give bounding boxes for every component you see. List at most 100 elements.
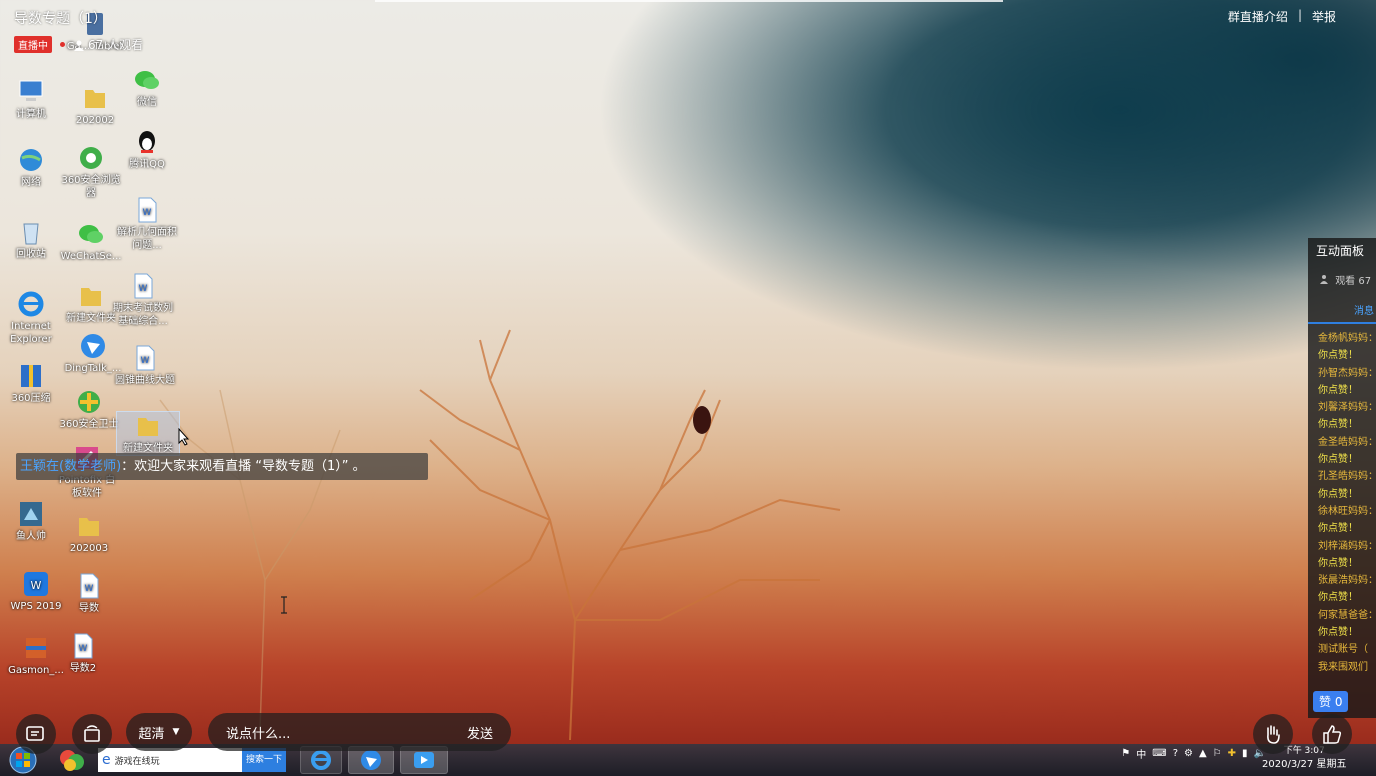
panel-viewer-text: 观看 67 <box>1335 276 1372 287</box>
list-item: 我来围观们 <box>1318 661 1368 673</box>
quality-label: 超清 <box>138 726 165 742</box>
folder-icon <box>79 518 99 536</box>
list-icon <box>26 726 44 741</box>
list-item: 张晨浩妈妈： 你点赞！ <box>1318 575 1376 604</box>
qq-penguin-icon <box>139 131 155 153</box>
svg-text:W: W <box>85 584 94 594</box>
recycle-bin-icon <box>23 223 39 245</box>
tray-expand-icon[interactable]: ▲ <box>1199 748 1207 759</box>
rotate-button[interactable] <box>72 714 112 754</box>
desktop-icon-network[interactable]: 网络 <box>0 146 62 189</box>
keyboard-icon[interactable]: ⌨ <box>1152 748 1166 759</box>
desktop-icon-doc-geometry[interactable]: W 解析几何面积问题... <box>116 196 178 252</box>
desktop-icon-label: 计算机 <box>16 109 46 120</box>
welcome-message: 王颖在(数学老师)：欢迎大家来观看直播 “导数专题（1）” 。 <box>16 453 428 480</box>
ime-indicator[interactable]: 中 <box>1136 746 1146 761</box>
desktop-icon-label: 微信 <box>137 97 157 108</box>
desktop-icon-label: 360安全卫士 <box>59 419 119 430</box>
desktop-icon-label: 202003 <box>69 543 109 554</box>
desktop-icon-ie[interactable]: Internet Explorer <box>0 290 62 346</box>
playlist-button[interactable] <box>16 714 56 754</box>
like-button[interactable] <box>1312 714 1352 754</box>
desktop-icon-label: DingTalk_... <box>64 363 122 374</box>
desktop-icon-doc-conic[interactable]: W 圆锥曲线大题 <box>114 344 176 387</box>
desktop-icon-360browser[interactable]: 360安全浏览器 <box>60 144 122 200</box>
rotate-icon <box>84 725 100 742</box>
globe-icon <box>20 149 42 171</box>
desktop-icon-label: 期末考试数列基础综合... <box>113 303 173 327</box>
dingtalk-icon <box>81 334 105 358</box>
folder-icon <box>81 288 101 306</box>
shield-icon <box>78 391 100 413</box>
caret-down-icon: ▼ <box>172 727 180 737</box>
desktop-icon-label: 360安全浏览器 <box>61 175 121 199</box>
ie-icon: e <box>102 752 111 768</box>
browser-360-icon <box>80 147 102 169</box>
top-links: 群直播介绍 | 举报 <box>1228 8 1336 25</box>
clock-date: 2020/3/27 星期五 <box>1262 759 1347 770</box>
word-doc-icon: W <box>74 633 93 659</box>
wechat-icon <box>135 71 159 89</box>
desktop-icon-202003[interactable]: 202003 <box>58 512 120 555</box>
network-icon[interactable]: ▮ <box>1242 748 1248 759</box>
search-button[interactable]: 搜索一下 <box>241 748 286 772</box>
word-doc-icon: W <box>134 273 153 299</box>
list-item: 金杨帆妈妈： 你点赞！ <box>1318 333 1376 362</box>
message-list: 金杨帆妈妈： 你点赞！ 孙智杰妈妈： 你点赞！ 刘馨泽妈妈： 你点赞！ 金圣皓妈妈：你… <box>1308 324 1376 676</box>
list-item: 孙智杰妈妈： 你点赞！ <box>1318 367 1376 396</box>
desktop-icon-label: 网络 <box>21 177 41 188</box>
desktop-icon-doc-final[interactable]: W 期末考试数列基础综合... <box>112 272 174 328</box>
action-center-icon[interactable]: ⚐ <box>1213 748 1222 759</box>
mouse-pointer-icon <box>178 428 190 446</box>
archive-icon <box>21 365 41 387</box>
link-separator: | <box>1297 8 1302 22</box>
hand-icon <box>1267 725 1280 744</box>
flag-icon[interactable]: ⚑ <box>1121 748 1130 759</box>
desktop-icon-recycle-bin[interactable]: 回收站 <box>0 218 62 261</box>
desktop-icon-label: 圆锥曲线大题 <box>115 375 175 386</box>
computer-icon <box>19 80 43 101</box>
group-live-intro-link[interactable]: 群直播介绍 <box>1228 8 1288 25</box>
top-progress-line <box>375 0 1003 2</box>
help-icon[interactable]: ? <box>1173 748 1178 759</box>
desktop-icon-label: 回收站 <box>16 249 46 260</box>
desktop-icon-yurenshuai[interactable]: 鱼人帅 <box>0 500 62 543</box>
desktop-icon-360zip[interactable]: 360压缩 <box>0 362 62 405</box>
desktop-icon-daoshu[interactable]: W 导数 <box>58 572 120 615</box>
tab-messages[interactable]: 消息 <box>1308 296 1376 324</box>
live-tv-icon <box>414 752 434 768</box>
svg-text:W: W <box>31 579 42 592</box>
desktop-icon-wechatsetup[interactable]: WeChatSe... <box>60 220 122 263</box>
svg-text:W: W <box>141 356 150 366</box>
comment-placeholder: 说点什么... <box>226 726 291 742</box>
report-link[interactable]: 举报 <box>1312 8 1336 25</box>
welcome-text: ：欢迎大家来观看直播 “导数专题（1）” 。 <box>121 459 366 474</box>
desktop-icon-label: 导数 <box>79 603 99 614</box>
wallpaper-tree <box>419 329 841 740</box>
send-button[interactable]: 发送 <box>467 723 493 742</box>
system-tray: ⚑ 中 ⌨ ? ⚙ ▲ ⚐ ✚ ▮ 🔈 <box>1121 746 1266 761</box>
browser-search-bar[interactable]: e 游戏在线玩 搜索一下 <box>98 748 286 772</box>
svg-text:W: W <box>139 284 148 294</box>
desktop-icon-label: 解析几何面积问题... <box>117 227 177 251</box>
search-text: 游戏在线玩 <box>114 756 160 767</box>
desktop-icon-wechat[interactable]: 微信 <box>116 66 178 109</box>
panel-viewer-count: 观看 67 <box>1308 264 1376 296</box>
folder-icon <box>85 90 105 108</box>
stream-title: 导数专题（1） <box>14 11 107 27</box>
like-count-badge[interactable]: 赞 0 <box>1313 691 1349 712</box>
viewer-count-text: 67 人观看 <box>88 38 144 52</box>
desktop-icon-new-folder-selected[interactable]: 新建文件夹 <box>116 411 180 456</box>
list-item: 金圣皓妈妈： 你点赞！ <box>1318 436 1376 466</box>
comment-input[interactable]: 说点什么... 发送 <box>208 713 511 751</box>
desktop-icon-computer[interactable]: 计算机 <box>0 78 62 121</box>
raise-hand-button[interactable] <box>1253 714 1293 754</box>
desktop-icon-daoshu2[interactable]: W 导数2 <box>52 632 114 675</box>
desktop-icon-360safe[interactable]: 360安全卫士 <box>58 388 120 431</box>
list-item: 何家慧爸爸： 你点赞！ <box>1318 609 1376 639</box>
security-icon[interactable]: ✚ <box>1228 748 1236 759</box>
desktop-icon-label: 鱼人帅 <box>16 531 46 542</box>
quality-select[interactable]: 超清 ▼ <box>126 713 192 751</box>
desktop-icon-qq[interactable]: 腾讯QQ <box>116 128 178 171</box>
settings-icon[interactable]: ⚙ <box>1184 748 1193 759</box>
